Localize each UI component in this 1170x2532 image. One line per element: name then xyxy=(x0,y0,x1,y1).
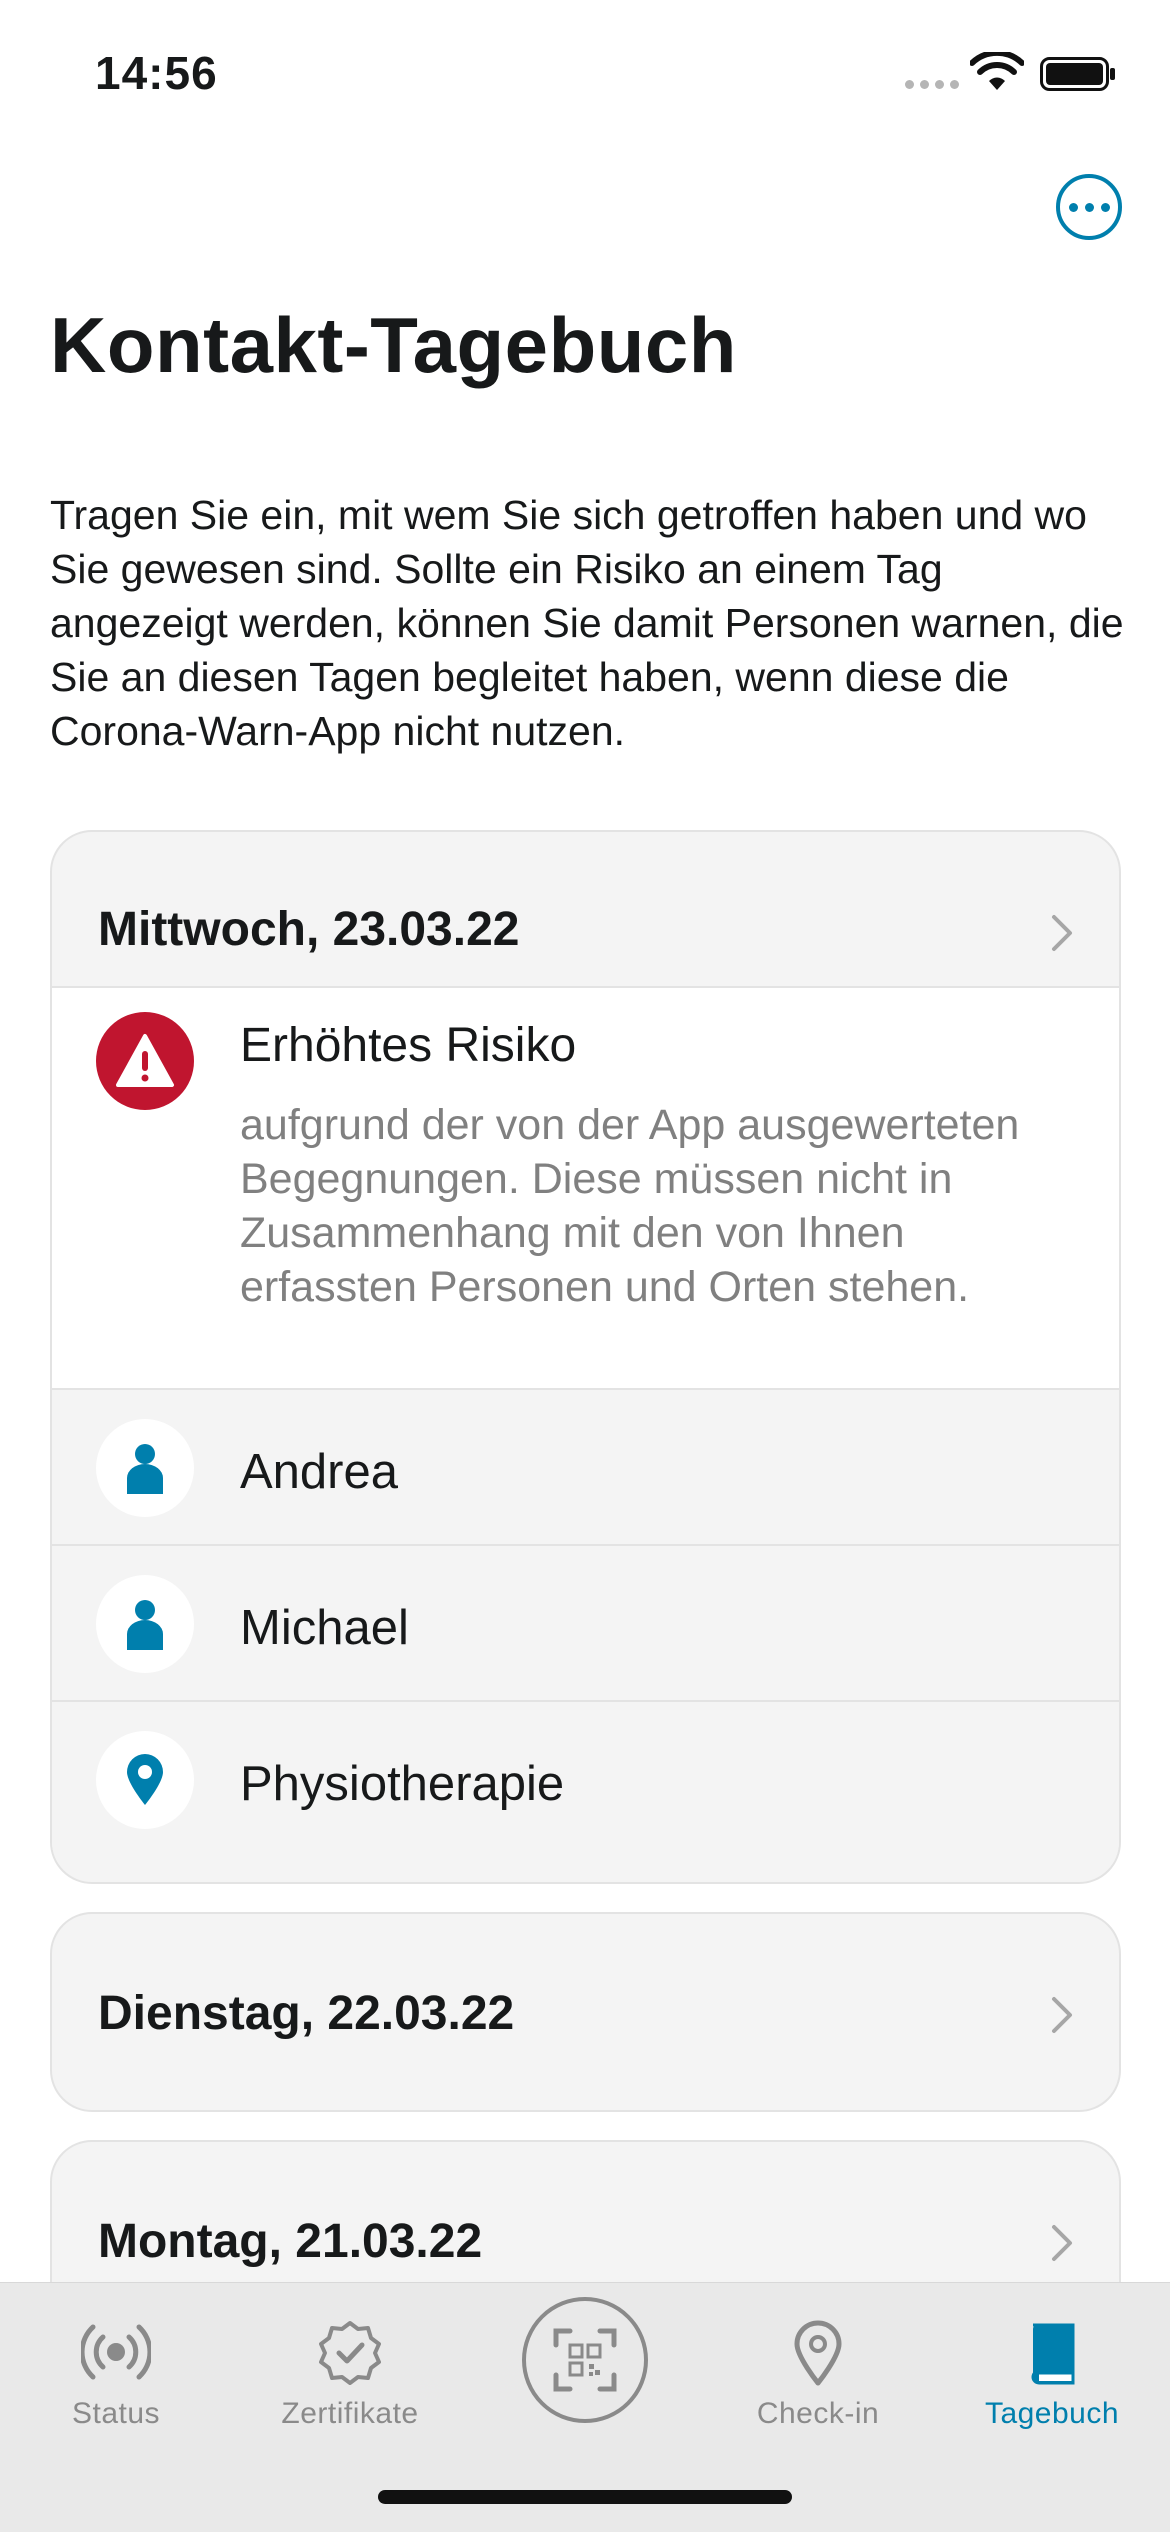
tab-zertifikate[interactable]: Zertifikate xyxy=(250,2303,450,2453)
person-icon xyxy=(96,1575,194,1673)
cellular-signal-icon xyxy=(905,80,959,89)
entry-label: Michael xyxy=(240,1601,409,1655)
risk-description: aufgrund der von der App ausgewerteten B… xyxy=(240,1101,1020,1311)
tab-tagebuch[interactable]: Tagebuch xyxy=(952,2303,1152,2453)
person-icon xyxy=(96,1419,194,1517)
qr-scan-button[interactable] xyxy=(522,2297,648,2423)
tab-label: Status xyxy=(71,2397,161,2430)
more-options-button[interactable] xyxy=(1056,174,1122,240)
risk-block: Erhöhtes Risiko aufgrund der von der App… xyxy=(52,986,1119,1390)
chevron-right-icon xyxy=(1052,2225,1072,2261)
status-bar: 14:56 xyxy=(0,0,1170,150)
day-header[interactable]: Dienstag, 22.03.22 xyxy=(52,1914,1119,2110)
day-card[interactable]: Dienstag, 22.03.22 xyxy=(50,1912,1121,2112)
home-indicator[interactable] xyxy=(378,2490,792,2504)
battery-icon xyxy=(1040,57,1115,91)
tab-status[interactable]: Status xyxy=(16,2303,216,2453)
entry-row-michael[interactable]: Michael xyxy=(52,1546,1119,1702)
tab-label: Zertifikate xyxy=(281,2397,419,2430)
day-card: Mittwoch, 23.03.22 Erhöhtes Risiko aufgr… xyxy=(50,830,1121,1884)
entry-label: Physiotherapie xyxy=(240,1757,565,1811)
entry-row-physiotherapie[interactable]: Physiotherapie xyxy=(52,1702,1119,1864)
status-time: 14:56 xyxy=(95,47,218,99)
chevron-right-icon xyxy=(1052,1997,1072,2033)
page-title: Kontakt-Tagebuch xyxy=(50,301,737,389)
location-pin-icon xyxy=(794,2320,842,2386)
certificate-icon xyxy=(319,2321,381,2385)
more-dots-icon xyxy=(1068,202,1078,212)
day-date: Mittwoch, 23.03.22 xyxy=(98,903,520,956)
entry-label: Andrea xyxy=(240,1445,399,1499)
day-date: Montag, 21.03.22 xyxy=(98,2215,483,2268)
day-date: Dienstag, 22.03.22 xyxy=(98,1987,515,2040)
entry-row-andrea[interactable]: Andrea xyxy=(52,1390,1119,1546)
warning-icon xyxy=(96,1012,194,1110)
chevron-right-icon xyxy=(1052,915,1072,951)
qr-scan-icon xyxy=(553,2328,617,2392)
wifi-icon xyxy=(970,52,1024,90)
tab-check-in[interactable]: Check-in xyxy=(718,2303,918,2453)
book-icon xyxy=(1031,2323,1075,2385)
tab-label: Tagebuch xyxy=(984,2397,1120,2430)
tab-label: Check-in xyxy=(756,2397,880,2430)
location-pin-icon xyxy=(96,1731,194,1829)
intro-text: Tragen Sie ein, mit wem Sie sich getroff… xyxy=(50,492,1124,754)
status-broadcast-icon xyxy=(81,2324,151,2380)
risk-title: Erhöhtes Risiko xyxy=(240,1019,577,1072)
day-header[interactable]: Mittwoch, 23.03.22 xyxy=(52,832,1119,986)
